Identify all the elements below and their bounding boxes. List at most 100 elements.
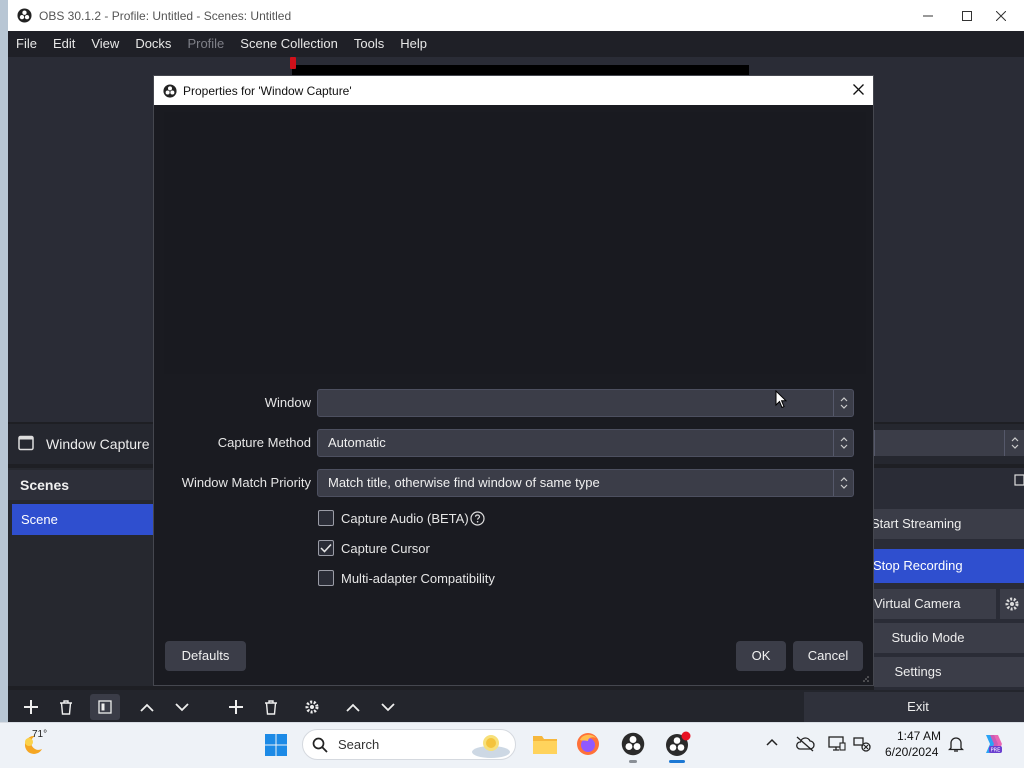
firefox-icon[interactable] [576,732,600,756]
svg-text:PRE: PRE [991,748,1001,754]
plus-icon [229,700,243,714]
clock-time[interactable]: 1:47 AM [897,729,941,743]
checkbox-box [318,510,334,526]
settings-button[interactable]: Settings [874,657,1024,687]
start-streaming-button[interactable]: Start Streaming [871,509,1024,539]
source-properties-button[interactable] [297,694,327,720]
cloud-offline-icon[interactable] [795,736,815,752]
obs-logo-icon [163,83,177,98]
search-highlight-icon [471,732,511,758]
scenes-panel [8,468,154,686]
capture-method-value: Automatic [328,435,386,450]
chevron-up-icon [140,703,154,712]
settings-label: Settings [894,664,942,679]
window-title: OBS 30.1.2 - Profile: Untitled - Scenes:… [39,8,292,23]
menu-tools[interactable]: Tools [346,31,392,57]
match-priority-select[interactable]: Match title, otherwise find window of sa… [317,469,854,497]
stop-recording-label: Stop Recording [873,558,963,573]
display-icon[interactable] [828,735,846,753]
chevron-down-icon [175,702,189,712]
capture-method-label: Capture Method [217,435,311,450]
dialog-close-icon[interactable] [853,84,864,95]
filter-icon [98,700,112,714]
window-select[interactable] [317,389,854,417]
menu-profile[interactable]: Profile [179,31,232,57]
preview-source-strip [292,65,749,75]
stop-recording-button[interactable]: Stop Recording [873,549,1024,583]
desktop-edge [0,0,8,722]
add-source-button[interactable] [221,694,251,720]
chevron-updown-icon [833,470,853,496]
exit-button[interactable]: Exit [804,692,1024,722]
capture-cursor-label: Capture Cursor [341,540,430,556]
taskbar-search-placeholder: Search [338,737,380,752]
file-explorer-icon[interactable] [532,732,558,756]
match-priority-label: Window Match Priority [181,475,311,490]
menu-docks[interactable]: Docks [127,31,179,57]
move-source-up-button[interactable] [338,694,368,720]
copilot-icon[interactable]: PRE [980,732,1004,756]
chevron-up-icon[interactable] [766,738,778,746]
capture-audio-checkbox[interactable]: Capture Audio (BETA) [318,510,485,526]
ok-button[interactable]: OK [736,641,786,671]
multi-adapter-label: Multi-adapter Compatibility [341,570,495,586]
running-indicator [629,760,637,763]
studio-mode-label: Studio Mode [891,630,965,645]
cancel-button[interactable]: Cancel [793,641,863,671]
scene-filters-button[interactable] [90,694,120,720]
menu-view[interactable]: View [83,31,127,57]
start-button[interactable] [264,733,288,757]
source-preview [164,112,866,374]
menu-scene-collection[interactable]: Scene Collection [232,31,346,57]
scenes-header: Scenes [8,470,154,500]
checkmark-icon [320,543,332,553]
exit-label: Exit [907,699,929,714]
move-scene-down-button[interactable] [167,694,197,720]
search-icon [312,737,328,753]
move-source-down-button[interactable] [373,694,403,720]
defaults-button[interactable]: Defaults [165,641,246,671]
add-scene-button[interactable] [16,694,46,720]
recording-marker [290,57,296,69]
dock-float-icon[interactable] [1014,474,1024,486]
capture-method-select[interactable]: Automatic [317,429,854,457]
scene-list-item[interactable]: Scene [12,504,154,535]
remove-source-button[interactable] [256,694,286,720]
remove-scene-button[interactable] [51,694,81,720]
move-scene-up-button[interactable] [132,694,162,720]
multi-adapter-checkbox[interactable]: Multi-adapter Compatibility [318,570,495,586]
notification-bell-icon[interactable] [948,735,964,753]
studio-mode-button[interactable]: Studio Mode [874,623,1024,653]
mouse-cursor-icon [775,390,787,409]
obs-taskbar-icon[interactable] [621,732,645,756]
chevron-updown-icon [833,390,853,416]
network-icon[interactable] [853,736,871,752]
taskbar-search-box[interactable] [302,729,516,760]
window-titlebar: OBS 30.1.2 - Profile: Untitled - Scenes:… [8,0,1024,31]
obs-recording-taskbar-icon[interactable] [665,731,691,757]
obs-logo-icon [17,8,32,23]
menu-edit[interactable]: Edit [45,31,83,57]
menu-file[interactable]: File [8,31,45,57]
window-label: Window [264,395,311,410]
menu-help[interactable]: Help [392,31,435,57]
virtual-camera-settings-button[interactable] [1000,589,1024,619]
virtual-camera-label: Virtual Camera [874,596,961,611]
clock-date[interactable]: 6/20/2024 [885,745,938,759]
windows-logo-icon [264,733,288,757]
virtual-camera-button[interactable]: Virtual Camera [874,589,996,619]
gear-icon [1004,596,1020,612]
window-capture-icon [18,435,34,451]
gear-icon [304,699,320,715]
match-priority-value: Match title, otherwise find window of sa… [328,475,600,490]
start-streaming-label: Start Streaming [871,516,962,531]
weather-temp: 71° [32,729,48,740]
capture-cursor-checkbox[interactable]: Capture Cursor [318,540,430,556]
close-icon[interactable] [978,0,1024,31]
source-select[interactable] [874,430,1024,456]
capture-audio-label: Capture Audio (BETA) [341,510,469,526]
help-icon[interactable] [470,510,485,526]
chevron-down-icon [381,702,395,712]
menu-bar: File Edit View Docks Profile Scene Colle… [8,31,1024,57]
resize-grip-icon[interactable] [862,675,870,683]
